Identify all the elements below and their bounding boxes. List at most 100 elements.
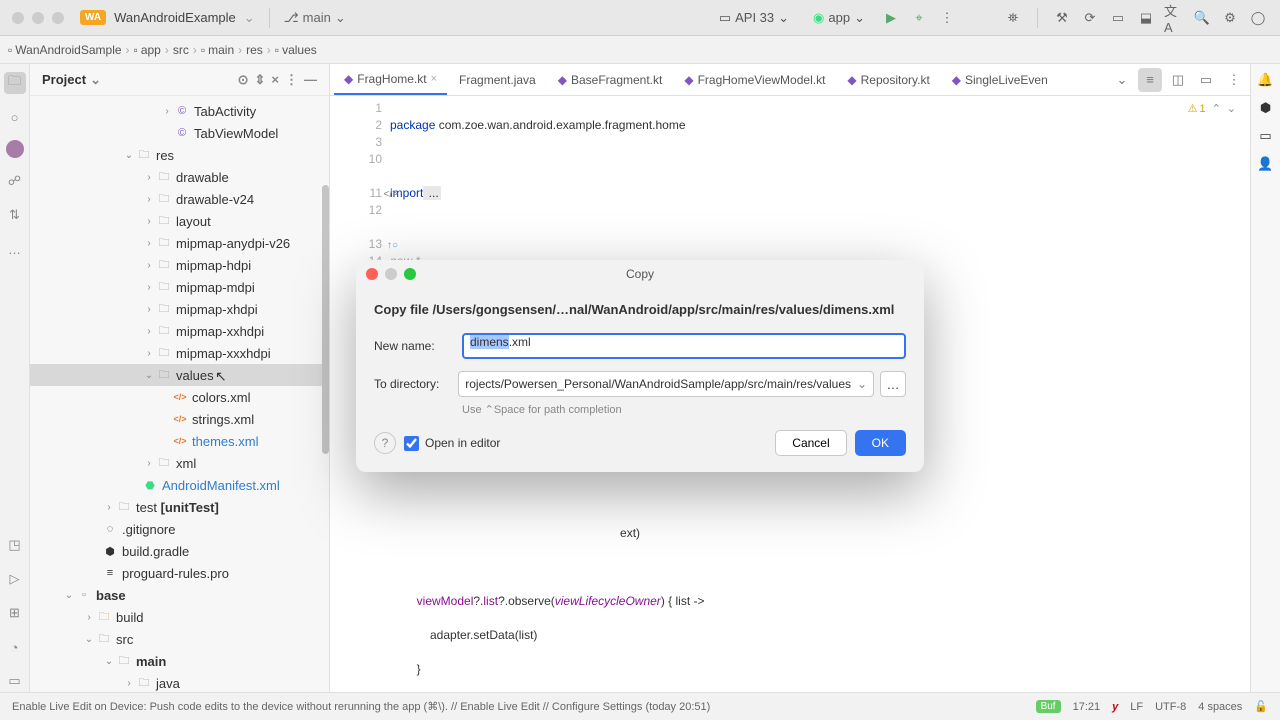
buf-badge[interactable]: Buf bbox=[1036, 700, 1061, 713]
tree-item-selected[interactable]: ⌄🗀values bbox=[30, 364, 329, 386]
tree-item[interactable]: </>colors.xml bbox=[30, 386, 329, 408]
tree-item[interactable]: ›🗀layout bbox=[30, 210, 329, 232]
editor-tab[interactable]: ◆FragHomeViewModel.kt bbox=[674, 65, 835, 95]
tree-item[interactable]: ⬣AndroidManifest.xml bbox=[30, 474, 329, 496]
split-view-icon[interactable]: ◫ bbox=[1166, 68, 1190, 92]
override-icon[interactable]: ↑○ bbox=[387, 237, 398, 254]
newname-input[interactable]: dimens.xml bbox=[462, 333, 906, 359]
tree-item[interactable]: </>themes.xml bbox=[30, 430, 329, 452]
project-tree[interactable]: ›©TabActivity ©TabViewModel ⌄🗀res ›🗀draw… bbox=[30, 96, 329, 692]
chevron-down-icon[interactable]: ⌄ bbox=[90, 72, 101, 88]
editor-tab[interactable]: Fragment.java bbox=[449, 65, 546, 95]
tree-item[interactable]: ›🗀mipmap-anydpi-v26 bbox=[30, 232, 329, 254]
settings-icon[interactable]: ⚙ bbox=[1220, 8, 1240, 28]
tree-item[interactable]: ©TabViewModel bbox=[30, 122, 329, 144]
build-icon[interactable]: ⚒ bbox=[1052, 8, 1072, 28]
tree-item[interactable]: ›🗀drawable bbox=[30, 166, 329, 188]
breadcrumb-item[interactable]: src bbox=[173, 43, 189, 57]
tree-item[interactable]: ›🗀mipmap-mdpi bbox=[30, 276, 329, 298]
nav-up-icon[interactable]: ⌃ bbox=[1212, 102, 1221, 115]
gradle-tool-icon[interactable]: ⬢ bbox=[1260, 100, 1271, 116]
breadcrumb-item[interactable]: ▫WanAndroidSample bbox=[8, 43, 122, 57]
more-icon[interactable]: ⋮ bbox=[285, 72, 298, 88]
editor-tab[interactable]: ◆Repository.kt bbox=[837, 65, 939, 95]
breadcrumb-item[interactable]: ▫app bbox=[134, 43, 161, 57]
hide-panel-icon[interactable]: — bbox=[304, 72, 317, 88]
tree-item[interactable]: ›🗀mipmap-xhdpi bbox=[30, 298, 329, 320]
terminal-icon[interactable]: ▭ bbox=[4, 670, 26, 692]
select-opened-file-icon[interactable]: ⊙ bbox=[238, 72, 249, 88]
tree-item[interactable]: ›🗀mipmap-hdpi bbox=[30, 254, 329, 276]
chevron-down-icon[interactable]: ⌄ bbox=[244, 10, 255, 26]
status-message[interactable]: Enable Live Edit on Device: Push code ed… bbox=[12, 700, 710, 713]
more-tools-icon[interactable]: … bbox=[4, 238, 26, 260]
run-config-selector[interactable]: ◉ app ⌄ bbox=[805, 6, 873, 30]
editor-tab[interactable]: ◆SingleLiveEven bbox=[942, 65, 1058, 95]
tree-item[interactable]: ›🗀build bbox=[30, 606, 329, 628]
editor-tab-active[interactable]: ◆FragHome.kt× bbox=[334, 65, 447, 95]
tree-item[interactable]: ≡proguard-rules.pro bbox=[30, 562, 329, 584]
tree-item[interactable]: ›🗀test [unitTest] bbox=[30, 496, 329, 518]
sdk-icon[interactable]: ⬓ bbox=[1136, 8, 1156, 28]
tree-item[interactable]: ›🗀mipmap-xxhdpi bbox=[30, 320, 329, 342]
todir-select[interactable]: rojects/Powersen_Personal/WanAndroidSamp… bbox=[458, 371, 874, 397]
project-name[interactable]: WanAndroidExample bbox=[114, 10, 236, 25]
debug-icon[interactable]: ⌖ bbox=[909, 8, 929, 28]
close-icon[interactable]: × bbox=[431, 73, 437, 85]
tree-item[interactable]: ◌.gitignore bbox=[30, 518, 329, 540]
design-view-icon[interactable]: ▭ bbox=[1194, 68, 1218, 92]
help-button[interactable]: ? bbox=[374, 432, 396, 454]
maximize-dialog-icon[interactable] bbox=[404, 268, 416, 280]
tree-item[interactable]: ›🗀xml bbox=[30, 452, 329, 474]
code-with-me-icon[interactable]: ⛯ bbox=[1003, 8, 1023, 28]
profiler-icon[interactable]: ◔ bbox=[4, 636, 26, 658]
device-manager-icon[interactable]: ▭ bbox=[1259, 128, 1271, 144]
chevron-down-icon[interactable]: ⌄ bbox=[1110, 68, 1134, 92]
tree-item[interactable]: ›🗀drawable-v24 bbox=[30, 188, 329, 210]
scrollbar-thumb[interactable] bbox=[322, 185, 329, 453]
search-icon[interactable]: 🔍 bbox=[1192, 8, 1212, 28]
tree-item[interactable]: ›🗀java bbox=[30, 672, 329, 692]
tree-item[interactable]: ›🗀mipmap-xxxhdpi bbox=[30, 342, 329, 364]
ok-button[interactable]: OK bbox=[855, 430, 906, 456]
tree-item[interactable]: ⬢build.gradle bbox=[30, 540, 329, 562]
status-encoding[interactable]: UTF-8 bbox=[1155, 701, 1186, 713]
vcs-branch[interactable]: ⎇ main ⌄ bbox=[284, 10, 346, 26]
open-in-editor-checkbox[interactable]: Open in editor bbox=[404, 436, 500, 451]
browse-button[interactable]: … bbox=[880, 371, 906, 397]
bookmarks-tool-icon[interactable]: ◳ bbox=[4, 534, 26, 556]
open-in-editor-input[interactable] bbox=[404, 436, 419, 451]
tree-item[interactable]: </>strings.xml bbox=[30, 408, 329, 430]
collapse-icon[interactable]: × bbox=[271, 72, 279, 88]
breadcrumb-item[interactable]: ▫values bbox=[275, 43, 317, 57]
tree-item[interactable]: ⌄▫base bbox=[30, 584, 329, 606]
breadcrumb-item[interactable]: res bbox=[246, 43, 263, 57]
account-icon[interactable]: ◯ bbox=[1248, 8, 1268, 28]
nav-down-icon[interactable]: ⌄ bbox=[1227, 102, 1236, 115]
status-line-sep[interactable]: LF bbox=[1130, 701, 1143, 713]
translate-icon[interactable]: 文A bbox=[1164, 8, 1184, 28]
tree-item[interactable]: ⌄🗀main bbox=[30, 650, 329, 672]
run-tool-icon[interactable]: ▷ bbox=[4, 568, 26, 590]
editor-tab[interactable]: ◆BaseFragment.kt bbox=[548, 65, 673, 95]
project-tool-icon[interactable]: 🗀 bbox=[4, 72, 26, 94]
pull-requests-icon[interactable]: ⇅ bbox=[4, 204, 26, 226]
device-selector[interactable]: ▭ API 33 ⌄ bbox=[711, 6, 797, 30]
code-view-icon[interactable]: ≡ bbox=[1138, 68, 1162, 92]
notifications-icon[interactable]: 🔔 bbox=[1257, 72, 1273, 88]
minimize-window-icon[interactable] bbox=[32, 12, 44, 24]
readonly-icon[interactable]: 🔓 bbox=[1254, 700, 1268, 713]
commit-tool-icon[interactable]: ○ bbox=[4, 106, 26, 128]
status-y-icon[interactable]: y bbox=[1112, 701, 1118, 713]
run-icon[interactable]: ▶ bbox=[881, 8, 901, 28]
warnings-indicator[interactable]: ⚠ 1 bbox=[1188, 102, 1206, 115]
maximize-window-icon[interactable] bbox=[52, 12, 64, 24]
tree-item[interactable]: ›©TabActivity bbox=[30, 100, 329, 122]
expand-all-icon[interactable]: ⇕ bbox=[255, 72, 266, 88]
tree-item[interactable]: ⌄🗀src bbox=[30, 628, 329, 650]
status-indent[interactable]: 4 spaces bbox=[1198, 701, 1242, 713]
services-icon[interactable]: ⊞ bbox=[4, 602, 26, 624]
close-dialog-icon[interactable] bbox=[366, 268, 378, 280]
more-icon[interactable]: ⋮ bbox=[937, 8, 957, 28]
emulator-icon[interactable]: 👤 bbox=[1257, 156, 1273, 172]
